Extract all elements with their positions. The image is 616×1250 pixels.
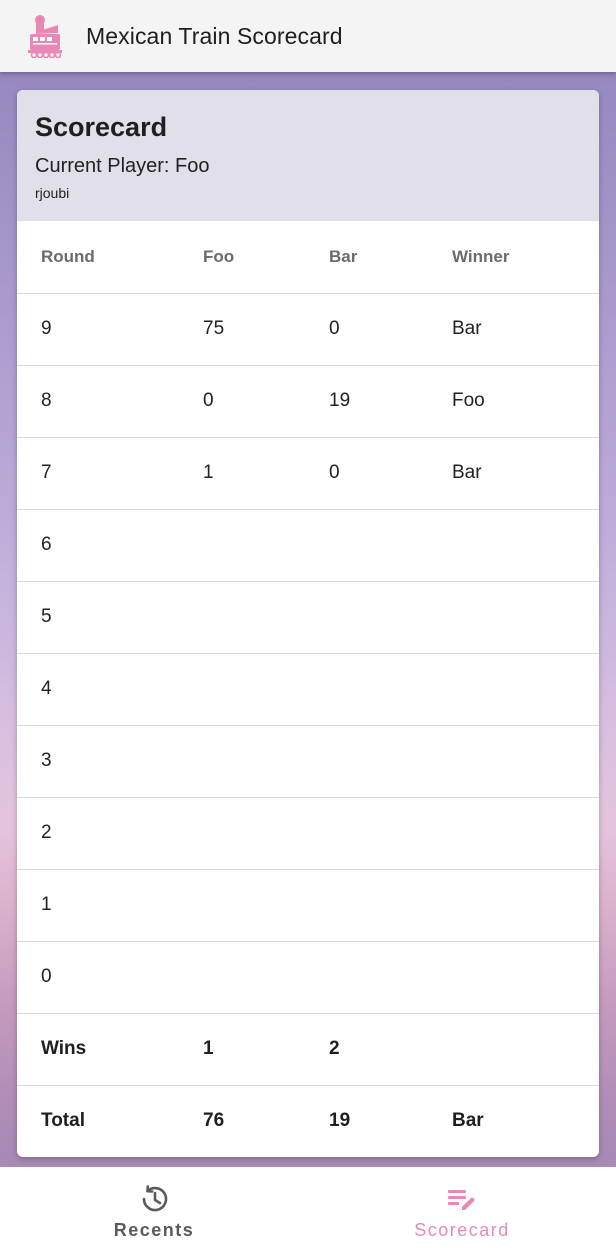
- score-cell[interactable]: 0: [179, 365, 305, 437]
- score-cell[interactable]: [305, 725, 428, 797]
- score-cell[interactable]: [305, 797, 428, 869]
- winner-cell: [428, 797, 599, 869]
- app-bar: Mexican Train Scorecard: [0, 0, 616, 72]
- winner-cell: Foo: [452, 390, 485, 411]
- score-cell[interactable]: [179, 725, 305, 797]
- winner-cell: [428, 581, 599, 653]
- table-row[interactable]: 4: [17, 653, 599, 725]
- header-player-bar: Bar: [329, 246, 358, 266]
- table-row[interactable]: 0: [17, 941, 599, 1013]
- table-row[interactable]: 2: [17, 797, 599, 869]
- table-row[interactable]: 5: [17, 581, 599, 653]
- table-row[interactable]: 8 0 19 Foo: [17, 365, 599, 437]
- nav-recents[interactable]: Recents: [0, 1167, 308, 1250]
- round-cell: 7: [41, 462, 52, 483]
- score-table: Round Foo Bar Winner 9 75 0 Bar 8 0 19 F…: [17, 221, 599, 1157]
- history-icon: [142, 1185, 168, 1212]
- edit-list-icon: [448, 1190, 475, 1210]
- nav-scorecard[interactable]: Scorecard: [308, 1167, 616, 1250]
- score-cell[interactable]: [179, 869, 305, 941]
- score-cell[interactable]: [179, 941, 305, 1013]
- round-cell: 3: [41, 750, 52, 771]
- header-player-foo: Foo: [203, 246, 235, 266]
- wins-foo: 1: [203, 1038, 214, 1059]
- winner-cell: [428, 725, 599, 797]
- score-cell[interactable]: [179, 797, 305, 869]
- nav-recents-label: Recents: [113, 1220, 195, 1240]
- score-cell[interactable]: [179, 581, 305, 653]
- winner-cell: Bar: [452, 462, 482, 483]
- score-cell[interactable]: [305, 581, 428, 653]
- score-cell[interactable]: 0: [305, 293, 428, 365]
- total-foo: 76: [203, 1110, 225, 1132]
- score-cell[interactable]: 0: [305, 437, 428, 509]
- table-row[interactable]: 9 75 0 Bar: [17, 293, 599, 365]
- score-cell[interactable]: [179, 653, 305, 725]
- score-cell[interactable]: [179, 509, 305, 581]
- table-row[interactable]: 7 1 0 Bar: [17, 437, 599, 509]
- app-title: Mexican Train Scorecard: [86, 22, 343, 49]
- score-cell[interactable]: 1: [179, 437, 305, 509]
- current-player: Current Player: Foo: [35, 155, 210, 177]
- round-cell: 4: [41, 678, 52, 699]
- total-winner: Bar: [452, 1110, 484, 1132]
- card-title: Scorecard: [35, 112, 168, 142]
- nav-scorecard-label: Scorecard: [414, 1220, 510, 1240]
- score-cell[interactable]: 75: [179, 293, 305, 365]
- scorecard-card: Scorecard Current Player: Foo rjoubi Rou…: [17, 90, 599, 1157]
- round-cell: 0: [41, 966, 52, 987]
- winner-cell: [428, 941, 599, 1013]
- score-cell[interactable]: [305, 509, 428, 581]
- total-label: Total: [41, 1110, 85, 1132]
- header-round: Round: [41, 246, 95, 266]
- card-header: Scorecard Current Player: Foo rjoubi: [17, 90, 599, 221]
- train-icon: [28, 15, 62, 58]
- round-cell: 6: [41, 534, 52, 555]
- winner-cell: [428, 509, 599, 581]
- score-cell[interactable]: [305, 941, 428, 1013]
- table-row[interactable]: 6: [17, 509, 599, 581]
- round-cell: 5: [41, 606, 52, 627]
- round-cell: 9: [41, 318, 52, 339]
- round-cell: 2: [41, 822, 52, 843]
- total-row: Total 76 19 Bar: [17, 1085, 599, 1157]
- wins-label: Wins: [41, 1038, 87, 1059]
- wins-bar: 2: [329, 1038, 340, 1059]
- bottom-navigation: Recents Scorecard: [0, 1167, 616, 1250]
- total-bar: 19: [329, 1110, 351, 1132]
- score-cell[interactable]: [305, 653, 428, 725]
- table-row[interactable]: 3: [17, 725, 599, 797]
- wins-empty: [428, 1013, 599, 1085]
- table-header-row: Round Foo Bar Winner: [17, 221, 599, 293]
- header-winner: Winner: [452, 246, 510, 266]
- round-cell: 1: [41, 894, 52, 915]
- user-name: rjoubi: [35, 185, 70, 201]
- score-cell[interactable]: 19: [305, 365, 428, 437]
- winner-cell: Bar: [452, 318, 482, 339]
- winner-cell: [428, 653, 599, 725]
- table-row[interactable]: 1: [17, 869, 599, 941]
- round-cell: 8: [41, 390, 52, 411]
- winner-cell: [428, 869, 599, 941]
- score-cell[interactable]: [305, 869, 428, 941]
- wins-row: Wins 1 2: [17, 1013, 599, 1085]
